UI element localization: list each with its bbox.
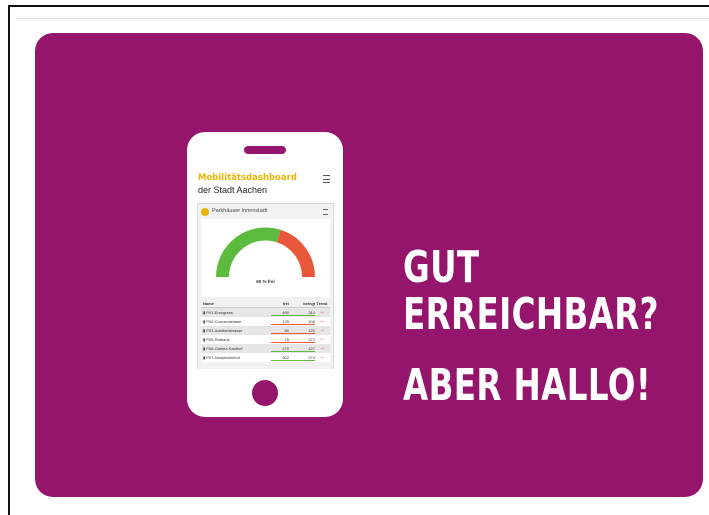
gauge-card: 60 % frei <box>201 219 330 297</box>
headline-line-3: ABER HALLO! <box>403 360 652 411</box>
row-name-text: P02-Couvenstrasse <box>206 319 242 324</box>
parking-icon: ▮ <box>203 328 206 333</box>
row-name-text: P07-Hauptbahnhof <box>206 355 240 360</box>
gauge-label: 60 % frei <box>256 279 275 284</box>
parking-icon: ▮ <box>203 319 206 324</box>
row-used: 274 <box>271 353 315 362</box>
app-title: Mobilitätsdashboard <box>198 173 297 183</box>
row-name: ▮P02-Couvenstrasse <box>201 317 269 326</box>
header-name: Name <box>203 301 214 306</box>
table-row: ▮P05-Rathaus 75 271 → <box>201 335 330 344</box>
row-name-text: P01-Eurogress <box>206 310 233 315</box>
row-name: ▮P03-Adalbertstrasse <box>201 326 269 335</box>
parking-panel: Parkhäuser Innenstadt 60 % frei Name fre… <box>197 203 334 369</box>
app-subtitle: der Stadt Aachen <box>198 185 268 195</box>
row-used: 271 <box>271 335 315 344</box>
home-button <box>252 380 278 406</box>
parking-icon: ▮ <box>203 346 206 351</box>
parking-icon: ▮ <box>203 337 206 342</box>
phone-speaker <box>244 146 286 154</box>
promo-banner: Mobilitätsdashboard der Stadt Aachen Par… <box>35 33 703 497</box>
row-name: ▮P05-Rathaus <box>201 335 269 344</box>
gauge-used-arc <box>276 229 315 278</box>
header-used: belegt <box>303 301 315 306</box>
headline-line-1: GUT <box>403 242 480 293</box>
arrow-right-icon: → <box>319 327 325 333</box>
arrow-right-icon: → <box>319 345 325 351</box>
table-body: ▮P01-Eurogress 490 314 → ▮P02-Couvenstrasse 1… <box>201 308 330 362</box>
table-row: ▮P02-Couvenstrasse 125 408 → <box>201 317 330 326</box>
divider <box>16 18 709 19</box>
table-row: ▮P06-Galeria Kaufhof 272 427 → <box>201 344 330 353</box>
smartphone-illustration: Mobilitätsdashboard der Stadt Aachen Par… <box>187 132 343 417</box>
row-occupancy-bar <box>271 324 315 325</box>
arrow-right-icon: → <box>319 318 325 324</box>
table-header: Name frei belegt Trend <box>201 300 330 308</box>
row-name-text: P03-Adalbertstrasse <box>206 328 243 333</box>
table-row: ▮P01-Eurogress 490 314 → <box>201 308 330 317</box>
row-occupancy-bar <box>271 315 315 316</box>
headline-line-2: ERREICHBAR? <box>403 289 659 340</box>
row-occupancy-bar <box>271 333 315 334</box>
row-used: 122 <box>271 326 315 335</box>
parking-icon <box>201 208 209 216</box>
row-occupancy-bar <box>271 342 315 343</box>
arrow-right-icon: → <box>319 309 325 315</box>
arrow-right-icon: → <box>319 354 325 360</box>
phone-screen: Mobilitätsdashboard der Stadt Aachen Par… <box>195 168 336 369</box>
parking-icon: ▮ <box>203 310 206 315</box>
occupancy-gauge <box>216 227 315 278</box>
hamburger-icon <box>323 175 330 183</box>
header-trend: Trend <box>316 301 328 306</box>
row-occupancy-bar <box>271 360 315 361</box>
parking-icon: ▮ <box>203 355 206 360</box>
arrow-right-icon: → <box>319 336 325 342</box>
row-occupancy-bar <box>271 351 315 352</box>
row-name: ▮P07-Hauptbahnhof <box>201 353 269 362</box>
row-name-text: P05-Rathaus <box>206 337 230 342</box>
row-name: ▮P01-Eurogress <box>201 308 269 317</box>
table-row: ▮P03-Adalbertstrasse 60 122 → <box>201 326 330 335</box>
parking-table: Name frei belegt Trend ▮P01-Eurogress 490… <box>201 300 330 362</box>
panel-menu-icon <box>323 209 328 215</box>
header-free: frei <box>282 301 289 306</box>
row-used: 314 <box>271 308 315 317</box>
table-row: ▮P07-Hauptbahnhof 302 274 → <box>201 353 330 362</box>
row-name-text: P06-Galeria Kaufhof <box>206 346 243 351</box>
gauge-free-arc <box>216 227 281 278</box>
row-used: 427 <box>271 344 315 353</box>
row-name: ▮P06-Galeria Kaufhof <box>201 344 269 353</box>
panel-title: Parkhäuser Innenstadt <box>212 208 268 214</box>
row-used: 408 <box>271 317 315 326</box>
